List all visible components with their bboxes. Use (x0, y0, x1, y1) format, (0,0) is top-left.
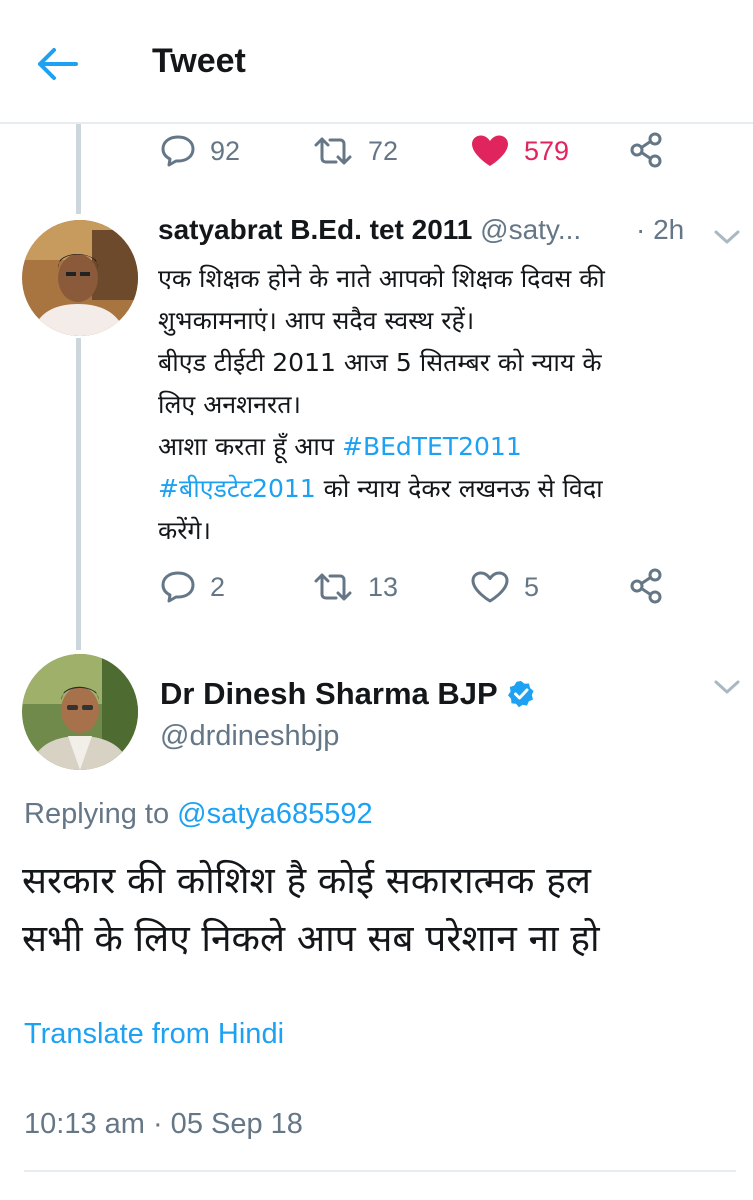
tweet-text-line: सरकार की कोशिश है कोई सकारात्मक हल (22, 859, 591, 902)
retweet-icon (314, 137, 352, 165)
like-button[interactable]: 5 (470, 570, 539, 604)
tweet-timestamp: 10:13 am · 05 Sep 18 (24, 1108, 303, 1140)
share-button[interactable] (628, 132, 664, 168)
verified-badge-icon (507, 681, 534, 708)
chevron-down-icon (714, 230, 740, 244)
thread-connector (76, 338, 81, 650)
replying-to: Replying to @satya685592 (24, 798, 373, 831)
back-button[interactable] (36, 44, 80, 84)
tweet-menu-button[interactable] (712, 676, 742, 698)
replying-prefix: Replying to (24, 798, 178, 830)
retweet-icon (314, 573, 352, 601)
tweet-author[interactable]: satyabrat B.Ed. tet 2011 @saty... (158, 214, 581, 246)
share-button[interactable] (628, 568, 664, 604)
like-count: 579 (524, 135, 570, 166)
tweet-text-segment: को न्याय देकर लखनऊ से विदा (315, 474, 603, 503)
reply-count: 2 (210, 571, 226, 602)
share-icon (630, 132, 662, 168)
tweet-text-line: करेंगे। (158, 516, 211, 545)
author-name: satyabrat B.Ed. tet 2011 (158, 214, 473, 245)
user-photo-icon (22, 220, 138, 336)
avatar[interactable] (22, 220, 138, 336)
divider (24, 1170, 736, 1172)
author-handle: @saty... (480, 214, 582, 245)
tweet-text-line: लिए अनशनरत। (158, 390, 301, 419)
retweet-count: 13 (368, 571, 399, 602)
reply-button[interactable]: 92 (160, 134, 240, 168)
author-handle[interactable]: @drdineshbjp (160, 720, 339, 753)
mention-link[interactable]: @satya685592 (177, 798, 373, 830)
like-button[interactable]: 579 (470, 134, 569, 168)
heart-outline-icon (471, 571, 509, 603)
reply-button[interactable]: 2 (160, 570, 225, 604)
reply-icon (161, 571, 195, 603)
tweet-text-line: आशा करता हूँ आप #BEdTET2011 (158, 426, 728, 468)
retweet-button[interactable]: 13 (312, 570, 398, 604)
like-count: 5 (524, 571, 540, 602)
user-photo-icon (22, 654, 138, 770)
translate-link[interactable]: Translate from Hindi (24, 1018, 284, 1051)
tweet-text-line: सभी के लिए निकले आप सब परेशान ना हो (22, 917, 600, 960)
tweet-text: सरकार की कोशिश है कोई सकारात्मक हल सभी क… (22, 852, 742, 968)
tweet-text-segment: आशा करता हूँ आप (158, 432, 342, 461)
tweet-menu-button[interactable] (712, 226, 742, 248)
avatar[interactable] (22, 654, 138, 770)
chevron-down-icon (714, 680, 740, 694)
share-icon (630, 568, 662, 604)
retweet-button[interactable]: 72 (312, 134, 398, 168)
tweet-text-line: एक शिक्षक होने के नाते आपको शिक्षक दिवस … (158, 264, 605, 293)
hashtag-link[interactable]: #बीएडटेट2011 (158, 474, 316, 503)
back-arrow-icon (38, 48, 78, 80)
reply-count: 92 (210, 135, 241, 166)
author-name: Dr Dinesh Sharma BJP (160, 676, 498, 711)
author-name-row[interactable]: Dr Dinesh Sharma BJP (160, 676, 536, 712)
heart-filled-icon (472, 135, 508, 166)
top-bar: Tweet (0, 0, 753, 124)
reply-icon (161, 135, 195, 167)
page-title: Tweet (152, 42, 246, 80)
tweet-time: · 2h (636, 214, 685, 245)
tweet-text: एक शिक्षक होने के नाते आपको शिक्षक दिवस … (158, 258, 728, 552)
thread-connector (76, 124, 81, 214)
hashtag-link[interactable]: #BEdTET2011 (342, 432, 522, 461)
tweet-text-line: बीएड टीईटी 2011 आज 5 सितम्बर को न्याय के (158, 348, 602, 377)
tweet-text-line: शुभकामनाएं। आप सदैव स्वस्थ रहें। (158, 306, 475, 335)
retweet-count: 72 (368, 135, 399, 166)
tweet-text-line: #बीएडटेट2011 को न्याय देकर लखनऊ से विदा (158, 468, 728, 510)
